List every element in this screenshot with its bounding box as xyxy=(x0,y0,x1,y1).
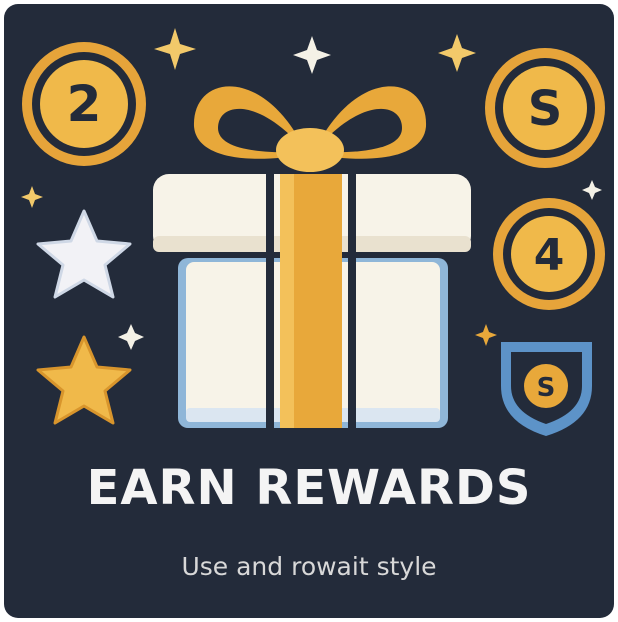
sparkle-icon xyxy=(475,324,497,346)
badge-glyph: S xyxy=(537,373,556,403)
coin-glyph: 4 xyxy=(534,230,565,281)
page-subtitle: Use and rowait style xyxy=(181,552,437,581)
star-icon xyxy=(36,335,132,425)
coin-icon: 4 xyxy=(493,198,605,310)
sparkle-icon xyxy=(582,180,602,200)
rewards-illustration: 2 S 4 S xyxy=(21,28,605,436)
shield-badge-icon: S xyxy=(501,342,592,436)
coin-icon: S xyxy=(485,48,605,168)
coin-glyph: 2 xyxy=(67,75,102,133)
rewards-card: 2 S 4 S EARN REWARDS Use and rowait styl… xyxy=(4,4,614,618)
sparkle-icon xyxy=(21,186,43,208)
coin-glyph: S xyxy=(528,81,563,137)
sparkle-icon xyxy=(154,28,196,70)
sparkle-icon xyxy=(293,36,331,74)
coin-icon: 2 xyxy=(22,42,146,166)
sparkle-icon xyxy=(118,324,144,350)
star-icon xyxy=(36,209,132,299)
page-title: EARN REWARDS xyxy=(86,460,532,516)
sparkle-icon xyxy=(438,34,476,72)
gift-box-icon xyxy=(153,86,471,428)
